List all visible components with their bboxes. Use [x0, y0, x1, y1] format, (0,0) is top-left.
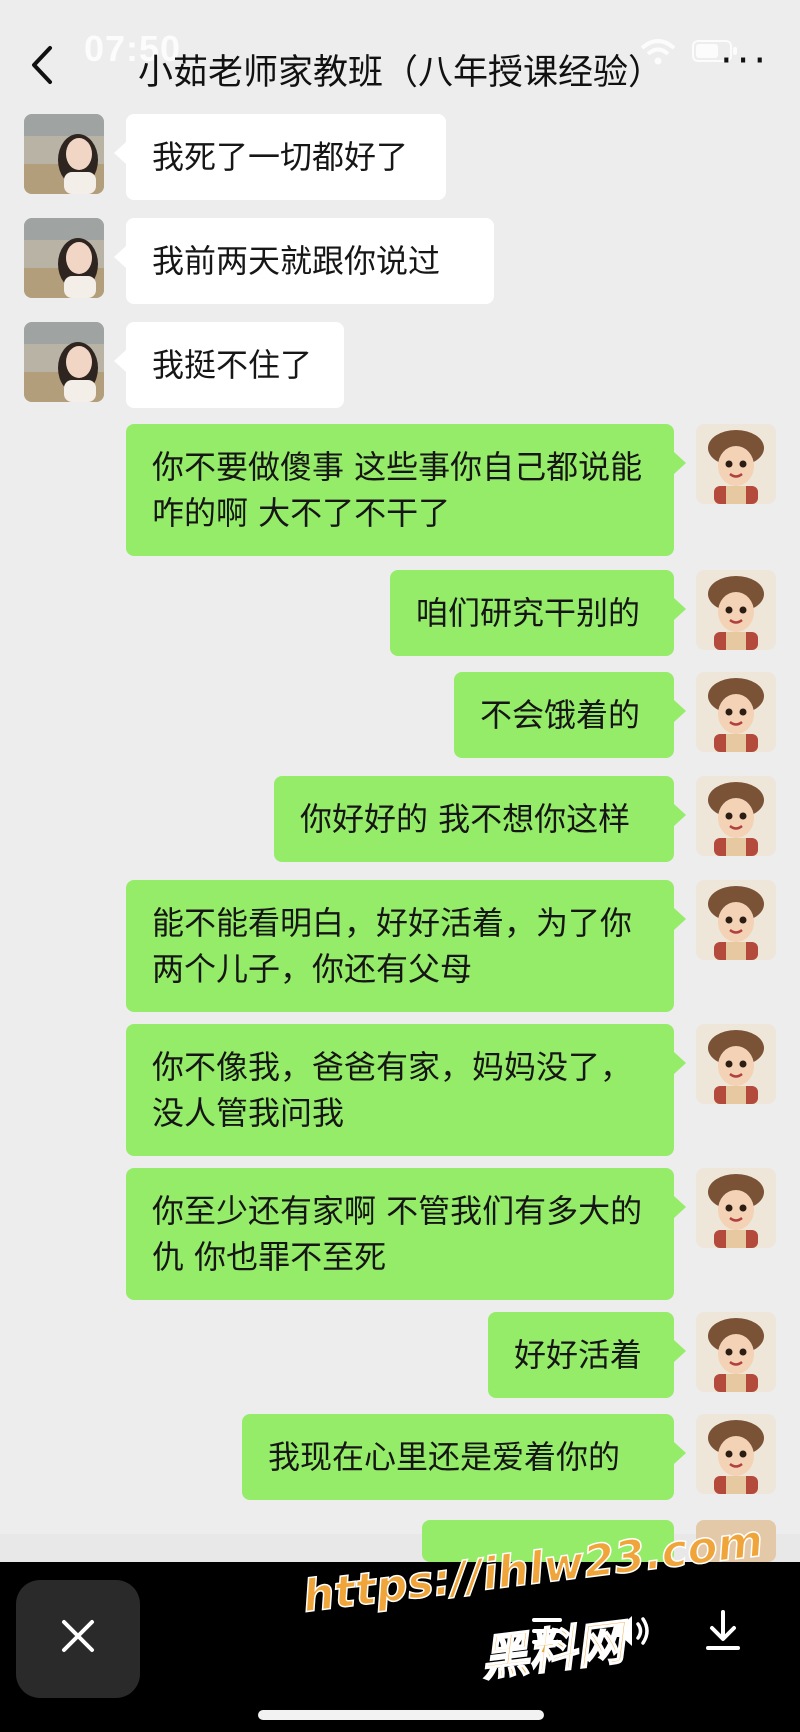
sent-message-bubble[interactable]: 你好好的 我不想你这样 [274, 776, 674, 862]
bubble-tail [674, 700, 686, 722]
my-avatar[interactable] [696, 776, 776, 856]
contact-avatar[interactable] [24, 322, 104, 402]
received-message-bubble[interactable]: 我死了一切都好了 [126, 114, 446, 200]
bubble-tail [674, 1052, 686, 1074]
sent-message-bubble[interactable]: 你至少还有家啊 不管我们有多大的仇 你也罪不至死 [126, 1168, 674, 1300]
message-row: 能不能看明白，好好活着，为了你两个儿子，你还有父母 [0, 880, 800, 1012]
received-message-bubble[interactable]: 我前两天就跟你说过 [126, 218, 494, 304]
bubble-tail [674, 1442, 686, 1464]
bubble-tail [674, 1340, 686, 1362]
my-avatar[interactable] [696, 1312, 776, 1392]
bubble-tail [674, 804, 686, 826]
sent-message-bubble[interactable]: 咱们研究干别的 [390, 570, 674, 656]
message-row: 你不要做傻事 这些事你自己都说能咋的啊 大不了不干了 [0, 424, 800, 556]
message-row: 我前两天就跟你说过 [0, 218, 800, 304]
bubble-tail [674, 598, 686, 620]
message-row: 好好活着 [0, 1312, 800, 1398]
bubble-tail [674, 452, 686, 474]
sent-message-bubble[interactable]: 不会饿着的 [454, 672, 674, 758]
sent-message-bubble[interactable]: 你不像我，爸爸有家，妈妈没了，没人管我问我 [126, 1024, 674, 1156]
close-icon [62, 1620, 94, 1652]
sent-message-bubble[interactable]: 好好活着 [488, 1312, 674, 1398]
my-avatar[interactable] [696, 1168, 776, 1248]
contact-avatar[interactable] [24, 114, 104, 194]
close-button[interactable] [16, 1580, 140, 1698]
message-row: 不会饿着的 [0, 672, 800, 758]
bubble-tail [114, 246, 126, 268]
received-message-bubble[interactable]: 我挺不住了 [126, 322, 344, 408]
sent-message-bubble[interactable]: 我现在心里还是爱着你的 [242, 1414, 674, 1500]
more-options-icon[interactable]: ··· [720, 41, 770, 81]
bubble-tail [114, 142, 126, 164]
message-row: 你好好的 我不想你这样 [0, 776, 800, 862]
my-avatar[interactable] [696, 880, 776, 960]
bubble-tail [114, 350, 126, 372]
my-avatar[interactable] [696, 1414, 776, 1494]
message-row: 咱们研究干别的 [0, 570, 800, 656]
sent-message-bubble[interactable]: 你不要做傻事 这些事你自己都说能咋的啊 大不了不干了 [126, 424, 674, 556]
home-indicator [258, 1710, 544, 1720]
bubble-tail [674, 1196, 686, 1218]
back-icon[interactable] [28, 44, 58, 86]
message-row: 我现在心里还是爱着你的 [0, 1414, 800, 1500]
message-row: 你至少还有家啊 不管我们有多大的仇 你也罪不至死 [0, 1168, 800, 1300]
download-icon[interactable] [700, 1608, 746, 1654]
message-row: 我死了一切都好了 [0, 114, 800, 200]
bubble-tail [674, 908, 686, 930]
my-avatar[interactable] [696, 672, 776, 752]
my-avatar[interactable] [696, 424, 776, 504]
chat-title: 小茹老师家教班（八年授课经验） [138, 53, 664, 93]
message-row: 我挺不住了 [0, 322, 800, 408]
message-row: 你不像我，爸爸有家，妈妈没了，没人管我问我 [0, 1024, 800, 1156]
my-avatar[interactable] [696, 570, 776, 650]
sent-message-bubble[interactable]: 能不能看明白，好好活着，为了你两个儿子，你还有父母 [126, 880, 674, 1012]
my-avatar[interactable] [696, 1024, 776, 1104]
contact-avatar[interactable] [24, 218, 104, 298]
